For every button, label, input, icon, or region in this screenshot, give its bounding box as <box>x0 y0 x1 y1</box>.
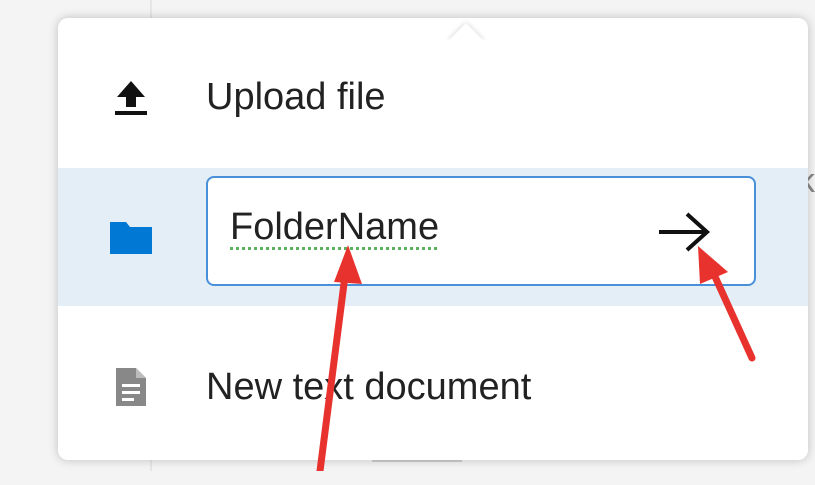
menu-item-new-text-document[interactable]: New text document <box>58 318 808 456</box>
folder-name-input[interactable]: FolderName <box>230 206 439 249</box>
document-icon <box>106 362 156 412</box>
menu-item-new-folder: FolderName <box>58 168 808 306</box>
upload-icon <box>106 72 156 122</box>
menu-item-label: Upload file <box>206 75 386 118</box>
folder-name-field[interactable]: FolderName <box>206 176 756 286</box>
arrow-right-icon[interactable] <box>650 200 720 264</box>
menu-item-upload-file[interactable]: Upload file <box>58 28 808 166</box>
folder-icon <box>106 212 156 262</box>
menu-item-label: New text document <box>206 365 532 408</box>
new-item-menu: Upload file FolderName New text document <box>58 18 808 460</box>
